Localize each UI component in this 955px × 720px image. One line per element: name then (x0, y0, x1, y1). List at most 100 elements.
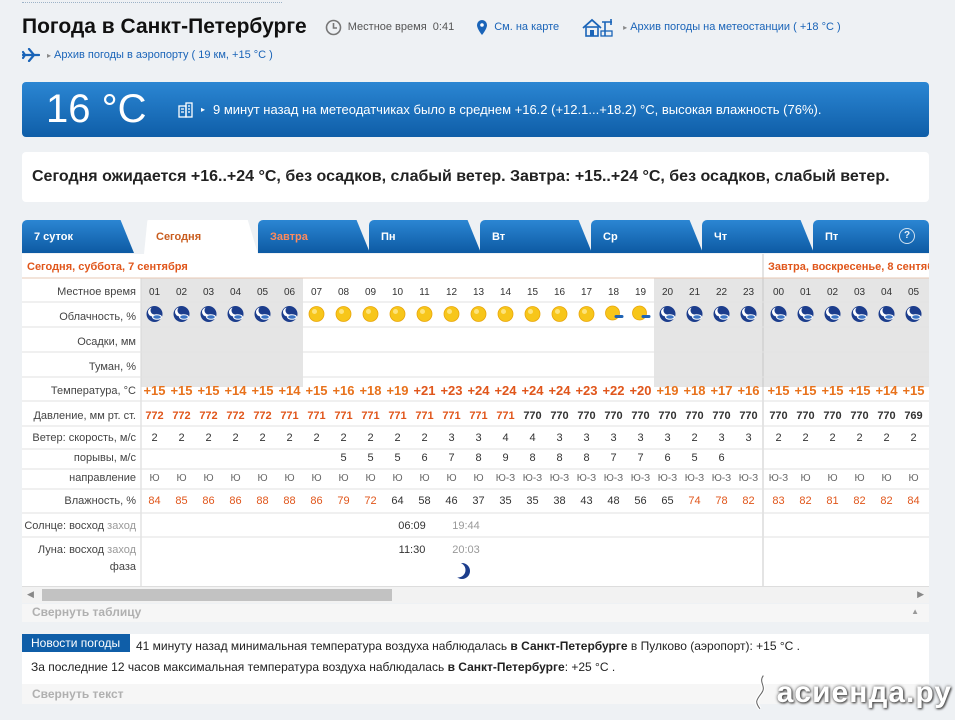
temperature-cell: +24 (467, 383, 490, 398)
current-temperature: 16 °C (46, 87, 147, 131)
moon-cloud-icon (659, 306, 676, 322)
scrollbar-thumb[interactable] (42, 589, 392, 601)
wind-speed-cell: 2 (259, 432, 265, 444)
tab-tomorrow[interactable]: Завтра (258, 220, 370, 253)
temperature-cell: +24 (494, 383, 517, 398)
row-label-moon-phase: фаза (110, 561, 137, 573)
pressure-cell: 772 (145, 410, 163, 422)
scroll-left-icon[interactable]: ◀ (27, 589, 34, 600)
pressure-cell: 770 (577, 410, 595, 422)
hour-cell: 04 (230, 287, 242, 298)
wind-direction-cell: Ю-З (739, 473, 758, 484)
wind-speed-cell: 2 (910, 432, 916, 444)
forecast-table[interactable]: Сегодня, суббота, 7 сентября Завтра, вос… (22, 254, 929, 586)
wind-speed-cell: 2 (286, 432, 292, 444)
moon-cloud-icon (227, 306, 244, 322)
today-header: Сегодня, суббота, 7 сентября (27, 261, 188, 273)
hour-cell: 23 (743, 287, 755, 298)
scroll-right-icon[interactable]: ▶ (917, 589, 924, 600)
moon-cloud-icon (686, 306, 703, 322)
temperature-cell: +17 (710, 383, 732, 398)
archive-station-wrap[interactable]: ▸ Архив погоды на метеостанции ( +18 °C … (581, 17, 841, 37)
sun-icon (335, 306, 352, 322)
hour-cell: 02 (176, 287, 188, 298)
moonrise-time: 11:30 (399, 544, 426, 556)
wind-direction-cell: Ю-З (769, 473, 788, 484)
local-time-label: Местное время (347, 21, 427, 33)
temperature-cell: +23 (440, 383, 462, 398)
temperature-cell: +23 (575, 383, 597, 398)
archive-station-link[interactable]: Архив погоды на метеостанции ( +18 °C ) (630, 21, 840, 33)
hour-cell: 06 (284, 287, 296, 298)
wind-speed-cell: 3 (475, 432, 481, 444)
gusts-cell: 5 (340, 452, 346, 464)
pressure-cell: 771 (388, 410, 406, 422)
pressure-cell: 772 (226, 410, 244, 422)
pressure-cell: 770 (796, 410, 814, 422)
local-time-value: 0:41 (432, 21, 455, 33)
tab-monday[interactable]: Пн (369, 220, 481, 253)
archive-airport-wrap[interactable]: ▸ Архив погоды в аэропорту ( 19 км, +15 … (22, 46, 273, 64)
wind-speed-cell: 2 (802, 432, 808, 444)
tab-friday[interactable]: Пт ? (813, 220, 929, 253)
temperature-cell: +19 (656, 383, 678, 398)
moon-cloud-icon (254, 306, 271, 322)
humidity-cell: 78 (715, 495, 727, 507)
sensor-building-icon: ▸ (178, 101, 205, 118)
wind-direction-cell: Ю (284, 473, 294, 484)
wind-speed-cell: 2 (232, 432, 238, 444)
wind-speed-cell: 2 (883, 432, 889, 444)
gusts-cell: 6 (664, 452, 670, 464)
table-scrollbar[interactable]: ◀ ▶ (22, 586, 929, 603)
temperature-cell: +14 (278, 383, 301, 398)
tab-tuesday[interactable]: Вт (480, 220, 592, 253)
wind-direction-cell: Ю (908, 473, 918, 484)
row-label-gusts: порывы, м/с (74, 452, 137, 464)
pressure-cell: 770 (769, 410, 787, 422)
collapse-table-link[interactable]: Свернуть таблицу ▲ (22, 604, 929, 622)
wind-direction-cell: Ю (338, 473, 348, 484)
wind-direction-cell: Ю (230, 473, 240, 484)
hour-cell: 07 (311, 287, 323, 298)
archive-airport-link[interactable]: Архив погоды в аэропорту ( 19 км, +15 °C… (54, 49, 273, 61)
map-pin-icon (477, 19, 488, 35)
tab-today[interactable]: Сегодня (144, 220, 258, 254)
temperature-cell: +16 (332, 383, 354, 398)
wind-direction-cell: Ю-З (658, 473, 677, 484)
wind-direction-cell: Ю (257, 473, 267, 484)
humidity-cell: 58 (418, 495, 430, 507)
hour-cell: 01 (800, 287, 812, 298)
news-line-2a: За последние 12 часов максимальная темпе… (31, 660, 448, 674)
wind-direction-cell: Ю (392, 473, 402, 484)
humidity-cell: 82 (799, 495, 811, 507)
map-link-wrap[interactable]: См. на карте (476, 19, 559, 36)
humidity-cell: 48 (607, 495, 619, 507)
tab-7-days[interactable]: 7 суток (22, 220, 134, 253)
hour-cell: 18 (608, 287, 620, 298)
tab-thursday[interactable]: Чт (702, 220, 814, 253)
news-line-2c: : +25 °C . (564, 660, 616, 674)
moon-label-b: восход (69, 544, 105, 556)
sun-icon (551, 306, 568, 322)
pressure-cell: 772 (253, 410, 271, 422)
moon-label-c: заход (107, 544, 136, 556)
moon-cloud-icon (740, 306, 757, 322)
watermark: асиенда.ру (752, 668, 952, 718)
wind-direction-cell: Ю (176, 473, 186, 484)
wind-direction-cell: Ю (827, 473, 837, 484)
map-link[interactable]: См. на карте (494, 21, 559, 33)
pressure-cell: 772 (172, 410, 190, 422)
news-line-1: 41 минуту назад минимальная температура … (136, 639, 800, 653)
news-line-1b: в Санкт-Петербурге (510, 639, 628, 653)
help-icon[interactable]: ? (899, 228, 915, 244)
sun-cloud-icon (605, 305, 624, 321)
tab-wednesday[interactable]: Ср (591, 220, 703, 253)
breadcrumb-dotted-line (22, 0, 282, 3)
temperature-cell: +15 (305, 383, 327, 398)
wind-direction-cell: Ю (854, 473, 864, 484)
hour-cell: 03 (203, 287, 215, 298)
humidity-cell: 85 (175, 495, 187, 507)
moon-cloud-icon (851, 306, 868, 322)
temperature-cell: +24 (548, 383, 571, 398)
moon-cloud-icon (713, 306, 730, 322)
